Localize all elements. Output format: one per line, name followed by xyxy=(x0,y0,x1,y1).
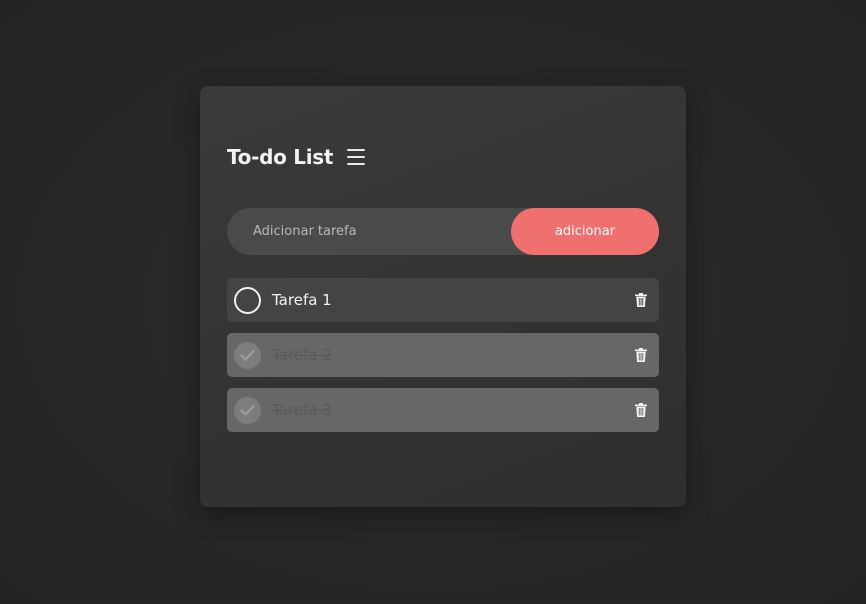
trash-icon[interactable] xyxy=(635,403,647,417)
task-item: Tarefa 2 xyxy=(227,333,659,377)
add-task-form: adicionar xyxy=(227,208,659,255)
trash-icon[interactable] xyxy=(635,348,647,362)
task-label: Tarefa 3 xyxy=(272,401,332,419)
add-task-button[interactable]: adicionar xyxy=(511,208,659,255)
checkmark-icon[interactable] xyxy=(234,396,261,424)
add-task-input[interactable] xyxy=(227,208,511,255)
card-header: To-do List xyxy=(227,142,366,172)
task-item: Tarefa 1 xyxy=(227,278,659,322)
task-item: Tarefa 3 xyxy=(227,388,659,432)
app-title: To-do List xyxy=(227,145,334,169)
task-label: Tarefa 1 xyxy=(272,291,332,309)
hamburger-menu-icon[interactable] xyxy=(347,149,366,165)
todo-card: To-do List adicionar Tarefa 1 xyxy=(200,86,686,507)
circle-icon[interactable] xyxy=(234,286,261,314)
checkmark-icon[interactable] xyxy=(234,341,261,369)
trash-icon[interactable] xyxy=(635,293,647,307)
page-background: To-do List adicionar Tarefa 1 xyxy=(0,0,866,604)
task-label: Tarefa 2 xyxy=(272,346,332,364)
